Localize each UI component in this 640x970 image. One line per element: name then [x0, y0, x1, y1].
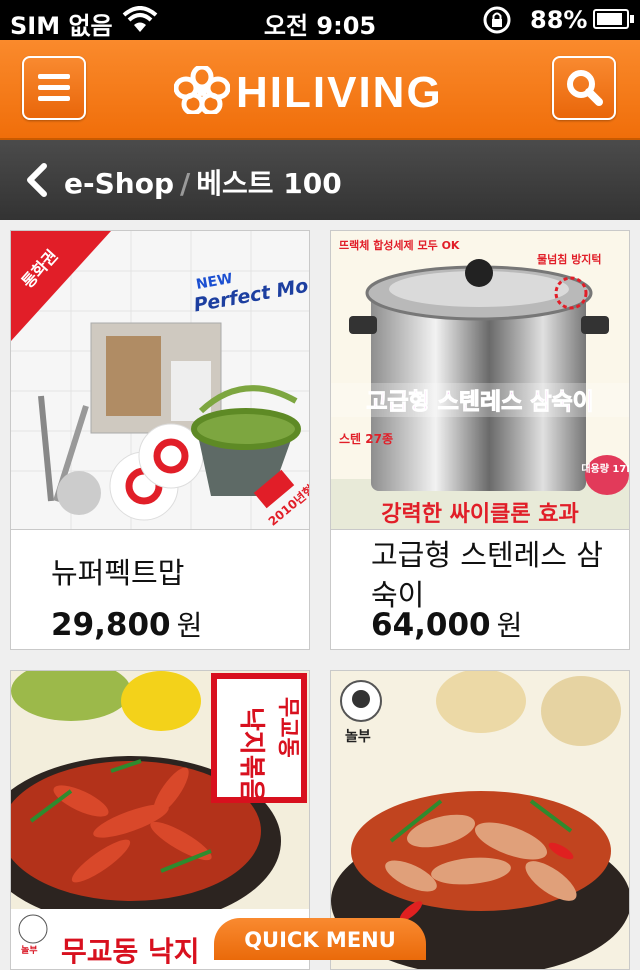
battery-icon [593, 9, 629, 29]
battery-nub [630, 15, 634, 23]
breadcrumb-section[interactable]: e-Shop [64, 167, 174, 200]
battery-level [597, 13, 622, 25]
search-icon [567, 70, 603, 106]
product-image-text: 놀부 [21, 945, 38, 956]
menu-button[interactable] [22, 56, 86, 120]
orientation-lock-icon [483, 6, 511, 34]
hamburger-icon [38, 74, 70, 101]
product-image-text: 무교동 낙지 [61, 935, 200, 968]
product-image-text: 놀부 [345, 729, 371, 745]
breadcrumb: e-Shop / 베스트 100 [0, 140, 640, 220]
breadcrumb-text: e-Shop / 베스트 100 [64, 162, 342, 202]
price-unit: 원 [496, 609, 523, 642]
app-header: HILIVING [0, 40, 640, 140]
price-value: 29,800 [51, 607, 171, 643]
product-image-text: 물넘침 방지턱 [537, 252, 602, 266]
product-name[interactable]: 고급형 스텐레스 삼숙이 [371, 535, 621, 615]
product-price: 29,800 원 [51, 604, 202, 644]
quick-menu-button[interactable]: QUICK MENU [214, 918, 426, 960]
product-image-text: 스텐 27종 [339, 431, 393, 446]
price-value: 64,000 [371, 607, 491, 643]
product-image-text: 고급형 스텐레스 삼숙이 [366, 389, 594, 415]
product-price: 64,000 원 [371, 604, 522, 644]
battery-percent: 88% [530, 6, 588, 34]
product-image-text: 뜨랙체 합성세제 모두 OK [339, 238, 460, 252]
brand-name: HILIVING [236, 68, 443, 117]
card-divider [331, 529, 629, 530]
back-chevron-icon[interactable] [22, 162, 50, 198]
search-button[interactable] [552, 56, 616, 120]
product-image-text: 무교동 [275, 697, 300, 758]
price-unit: 원 [176, 609, 203, 642]
breadcrumb-page: 베스트 100 [196, 167, 342, 200]
card-divider [11, 529, 309, 530]
product-image[interactable]: 통화권 NEW Perfect Mop 2010년형 [11, 231, 309, 529]
product-image-text: 낙지볶음 [236, 707, 266, 803]
product-name[interactable]: 뉴퍼펙트맙 [51, 553, 301, 593]
breadcrumb-separator: / [180, 167, 191, 200]
product-image-text: 대용량 17L [581, 462, 629, 475]
product-image[interactable]: 뜨랙체 합성세제 모두 OK 물넘침 방지턱 고급형 스텐레스 삼숙이 스텐 2… [331, 231, 629, 529]
status-bar: SIM 없음 오전 9:05 88% [0, 0, 640, 40]
product-card[interactable]: 뜨랙체 합성세제 모두 OK 물넘침 방지턱 고급형 스텐레스 삼숙이 스텐 2… [330, 230, 630, 650]
product-card[interactable]: 통화권 NEW Perfect Mop 2010년형 뉴퍼펙트맙 29,800 원 [10, 230, 310, 650]
product-image-text: 강력한 싸이클론 효과 [381, 502, 578, 527]
flower-logo-icon [174, 66, 230, 114]
